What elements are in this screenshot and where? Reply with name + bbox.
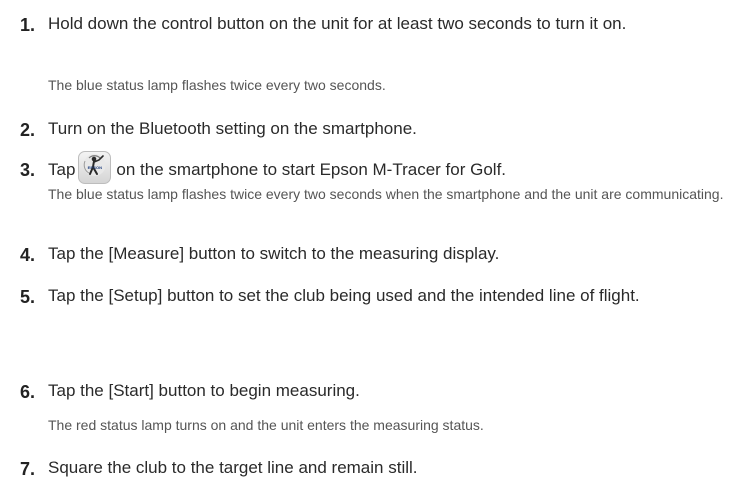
step-text-before: Tap bbox=[48, 159, 76, 179]
step-number: 6. bbox=[20, 382, 36, 402]
step-note: The blue status lamp flashes twice every… bbox=[48, 77, 386, 93]
step-number: 5. bbox=[20, 287, 36, 307]
step-number: 7. bbox=[20, 459, 36, 479]
step-text: Tap the [Setup] button to set the club b… bbox=[48, 286, 640, 305]
step-text: Tap the [Start] button to begin measurin… bbox=[48, 381, 360, 400]
step-number: 3. bbox=[20, 160, 36, 180]
step-text: Tap EPSON on the smartphone to start Epso… bbox=[48, 151, 738, 184]
step-text: Turn on the Bluetooth setting on the sma… bbox=[48, 119, 417, 138]
app-icon-label: EPSON bbox=[87, 165, 103, 170]
step-text: Hold down the control button on the unit… bbox=[48, 14, 627, 33]
golf-swing-app-icon[interactable]: EPSON bbox=[78, 151, 112, 184]
step-text: Square the club to the target line and r… bbox=[48, 458, 418, 477]
step-note: The blue status lamp flashes twice every… bbox=[48, 186, 724, 202]
step-number: 4. bbox=[20, 245, 36, 265]
step-text-after: on the smartphone to start Epson M-Trace… bbox=[116, 159, 507, 179]
step-note: The red status lamp turns on and the uni… bbox=[48, 417, 484, 433]
step-text: Tap the [Measure] button to switch to th… bbox=[48, 244, 500, 263]
step-number: 1. bbox=[20, 15, 36, 35]
step-number: 2. bbox=[20, 120, 36, 140]
